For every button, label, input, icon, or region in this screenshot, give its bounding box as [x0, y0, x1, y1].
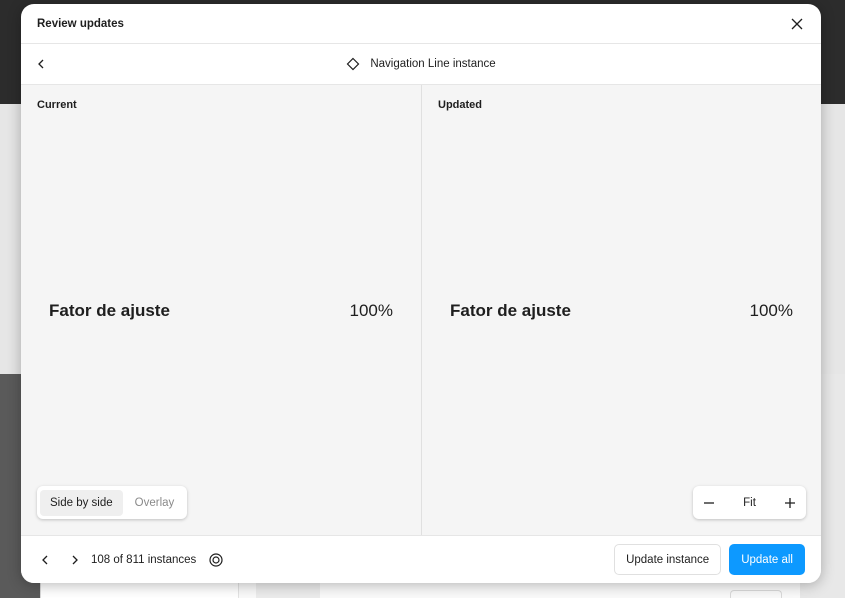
zoom-out-button[interactable]: [697, 491, 721, 515]
zoom-level[interactable]: Fit: [743, 497, 756, 509]
previous-instance-button[interactable]: [33, 548, 57, 572]
back-button[interactable]: [29, 52, 53, 76]
next-instance-button[interactable]: [63, 548, 87, 572]
zoom-in-button[interactable]: [778, 491, 802, 515]
current-preview-label: Fator de ajuste: [49, 301, 170, 320]
review-updates-modal: Review updates Navigation Line instance …: [21, 4, 821, 583]
zoom-control: Fit: [693, 486, 806, 519]
updated-preview-label: Fator de ajuste: [450, 301, 571, 320]
close-icon: [791, 18, 803, 29]
update-instance-button[interactable]: Update instance: [614, 544, 722, 575]
close-button[interactable]: [785, 12, 809, 36]
component-diamond-icon: [346, 57, 360, 71]
modal-title: Review updates: [37, 17, 124, 30]
component-title: Navigation Line instance: [21, 44, 821, 84]
updated-pane-label: Updated: [438, 99, 482, 111]
app-panel-box: [730, 590, 782, 598]
chevron-left-icon: [42, 555, 48, 564]
app-panel-block: [256, 582, 320, 598]
minus-icon: [704, 501, 714, 504]
overlay-option[interactable]: Overlay: [125, 490, 185, 516]
target-icon: [209, 552, 223, 567]
modal-header: Review updates: [21, 4, 821, 44]
chevron-left-icon: [38, 59, 44, 69]
updated-pane: Updated Fator de ajuste 100% Fit: [421, 85, 821, 535]
current-pane-label: Current: [37, 99, 77, 111]
comparison-area: Current Fator de ajuste 100% Side by sid…: [21, 85, 821, 535]
current-preview: Fator de ajuste 100%: [49, 301, 393, 321]
current-preview-value: 100%: [349, 301, 393, 320]
chevron-right-icon: [72, 555, 78, 564]
instance-count: 108 of 811 instances: [91, 553, 197, 566]
updated-preview-value: 100%: [749, 301, 793, 320]
current-pane: Current Fator de ajuste 100% Side by sid…: [21, 85, 421, 535]
modal-footer: 108 of 811 instances Update instance Upd…: [21, 535, 821, 583]
side-by-side-option[interactable]: Side by side: [40, 489, 123, 516]
component-name: Navigation Line instance: [370, 58, 496, 70]
locate-instance-button[interactable]: [204, 548, 228, 572]
updated-preview: Fator de ajuste 100%: [450, 301, 793, 321]
update-all-button[interactable]: Update all: [729, 544, 805, 575]
view-mode-toggle: Side by side Overlay: [37, 486, 188, 519]
component-subheader: Navigation Line instance: [21, 44, 821, 85]
plus-icon: [785, 497, 795, 508]
instance-navigation: [33, 548, 87, 572]
